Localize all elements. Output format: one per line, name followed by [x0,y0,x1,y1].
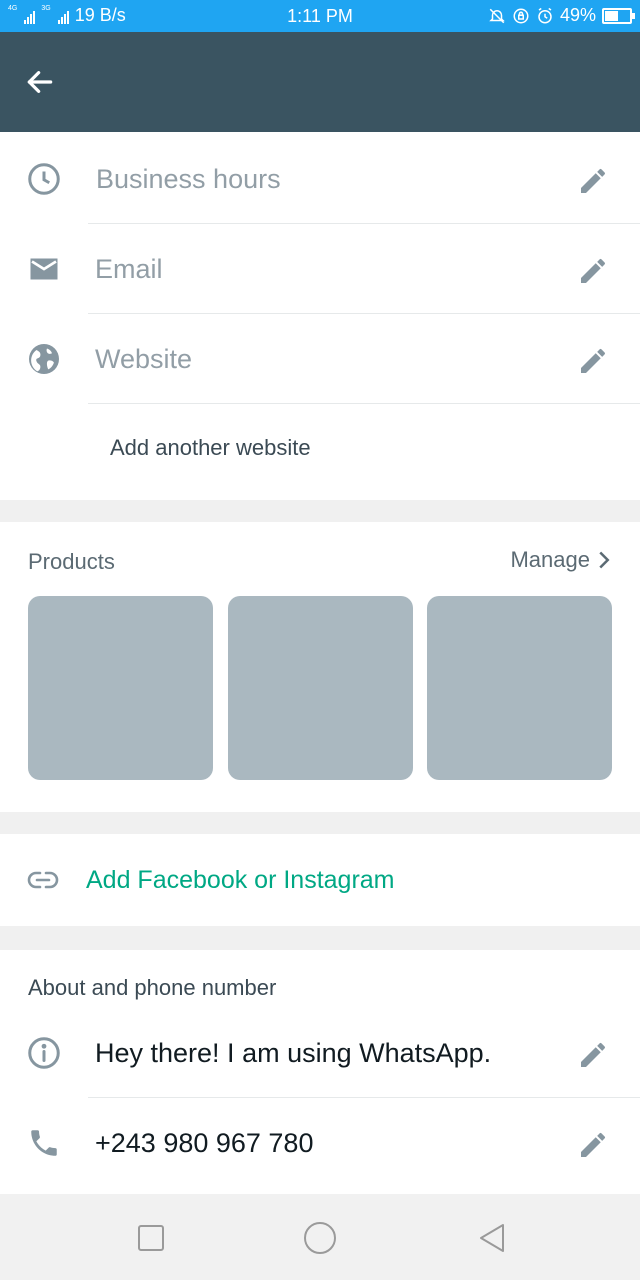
battery-fill [605,10,618,21]
link-icon [27,867,59,893]
products-card: Products Manage [0,522,640,812]
phone-icon [25,1124,63,1162]
status-bar: 4G 3G 19 B/s 1:11 PM 49% [0,0,640,32]
clock-icon [25,160,63,198]
globe-icon [25,340,63,378]
pencil-icon [581,1042,606,1067]
status-right: 49% [488,5,635,26]
phone-number-text: +243 980 967 780 [95,1128,314,1158]
about-status-text: Hey there! I am using WhatsApp. [95,1038,492,1068]
product-thumbnail[interactable] [228,596,413,780]
arrow-left-icon [27,71,53,93]
email-label: Email [95,254,163,284]
products-title: Products [28,549,115,574]
product-thumbnail[interactable] [28,596,213,780]
battery-icon [602,7,635,24]
bell-muted-icon [489,8,505,23]
phone-row[interactable]: +243 980 967 780 [0,1098,640,1188]
chevron-right-icon [599,551,610,569]
contact-fields-card: Business hours Email Website Add another… [0,132,640,500]
about-card: About and phone number Hey there! I am u… [0,950,640,1194]
edit-about-button[interactable] [576,1038,610,1072]
email-row[interactable]: Email [0,224,640,314]
about-status-row[interactable]: Hey there! I am using WhatsApp. [0,1008,640,1098]
recents-button[interactable] [131,1218,171,1258]
system-back-button[interactable] [472,1218,512,1258]
edit-phone-button[interactable] [576,1128,610,1162]
add-another-website-link[interactable]: Add another website [110,435,311,461]
website-label: Website [95,344,193,374]
social-link-card[interactable]: Add Facebook or Instagram [0,834,640,926]
website-row[interactable]: Website [0,314,640,404]
pencil-icon [581,168,606,193]
add-facebook-instagram-link[interactable]: Add Facebook or Instagram [86,866,395,895]
pencil-icon [581,258,606,283]
back-button[interactable] [20,62,60,102]
home-button[interactable] [300,1218,340,1258]
pencil-icon [581,348,606,373]
divider [88,403,640,404]
edit-email-button[interactable] [576,254,610,288]
product-thumbnail[interactable] [427,596,612,780]
app-bar [0,32,640,132]
business-hours-label: Business hours [96,164,281,194]
home-circle-icon [304,1222,336,1254]
about-section-title: About and phone number [28,975,277,1000]
back-triangle-icon [480,1224,504,1252]
rotation-lock-icon [513,8,529,23]
info-icon [25,1034,63,1072]
edit-business-hours-button[interactable] [576,164,610,198]
battery-percent: 49% [559,5,596,25]
mail-icon [25,250,63,288]
edit-website-button[interactable] [576,344,610,378]
manage-products-button[interactable]: Manage [510,547,612,573]
pencil-icon [581,1132,606,1157]
manage-label: Manage [510,547,590,572]
alarm-icon [538,7,552,23]
recents-square-icon [138,1225,164,1251]
system-nav-bar [0,1194,640,1280]
business-hours-row[interactable]: Business hours [0,134,640,224]
